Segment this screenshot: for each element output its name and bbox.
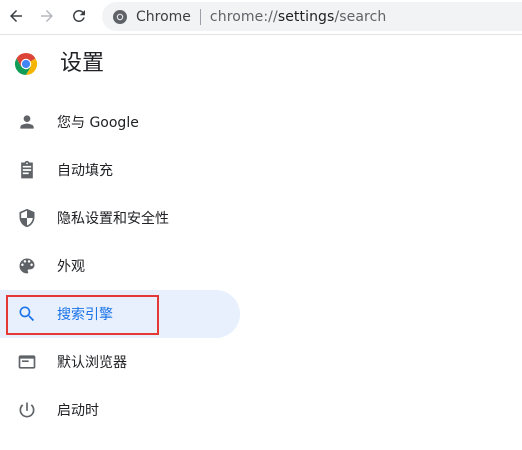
page-title: 设置 [60, 51, 105, 76]
sidebar-item-autofill[interactable]: 自动填充 [0, 146, 240, 194]
power-icon [17, 400, 37, 420]
sidebar-item-label: 隐私设置和安全性 [57, 211, 169, 227]
sidebar-item-privacy[interactable]: 隐私设置和安全性 [0, 194, 240, 242]
sidebar-item-you-and-google[interactable]: 您与 Google [0, 98, 240, 146]
url-suffix: /search [334, 8, 387, 25]
url-text: chrome://settings/search [210, 9, 386, 25]
arrow-left-icon [10, 10, 22, 22]
sidebar-item-label: 自动填充 [57, 163, 113, 179]
omnibox-divider [199, 8, 201, 25]
reload-icon [73, 10, 85, 22]
clipboard-icon [17, 160, 37, 180]
url-main: settings [277, 8, 335, 25]
reload-button[interactable] [68, 5, 90, 27]
sidebar-item-default-browser[interactable]: 默认浏览器 [0, 338, 240, 386]
forward-button[interactable] [36, 5, 58, 27]
sidebar-item-on-startup[interactable]: 启动时 [0, 386, 240, 434]
shield-icon [17, 208, 37, 228]
search-icon [17, 304, 37, 324]
toolbar-divider [0, 34, 522, 35]
sidebar-item-label: 默认浏览器 [57, 355, 127, 371]
browser-window-icon [17, 352, 37, 372]
chrome-site-icon [112, 9, 128, 25]
sidebar-item-label: 搜索引擎 [57, 307, 113, 323]
settings-page: Chrome chrome://settings/search 设置 您与 Go… [0, 0, 522, 450]
arrow-right-icon [41, 10, 53, 22]
person-icon [17, 112, 37, 132]
sidebar-item-search-engine[interactable]: 搜索引擎 [0, 290, 240, 338]
palette-icon [17, 256, 37, 276]
sidebar-item-label: 启动时 [57, 403, 99, 419]
back-button[interactable] [5, 5, 27, 27]
sidebar-item-label: 您与 Google [57, 115, 139, 131]
url-prefix: chrome:// [209, 8, 278, 25]
chrome-logo-icon [14, 52, 38, 76]
address-bar[interactable]: Chrome chrome://settings/search [102, 2, 522, 31]
sidebar-item-label: 外观 [57, 259, 85, 275]
sidebar-item-appearance[interactable]: 外观 [0, 242, 240, 290]
site-name: Chrome [136, 8, 191, 25]
browser-toolbar: Chrome chrome://settings/search [0, 0, 522, 34]
settings-sidebar: 您与 Google 自动填充 隐私设置和安全性 外观 搜索引擎 默认浏览器 启动… [0, 98, 260, 434]
